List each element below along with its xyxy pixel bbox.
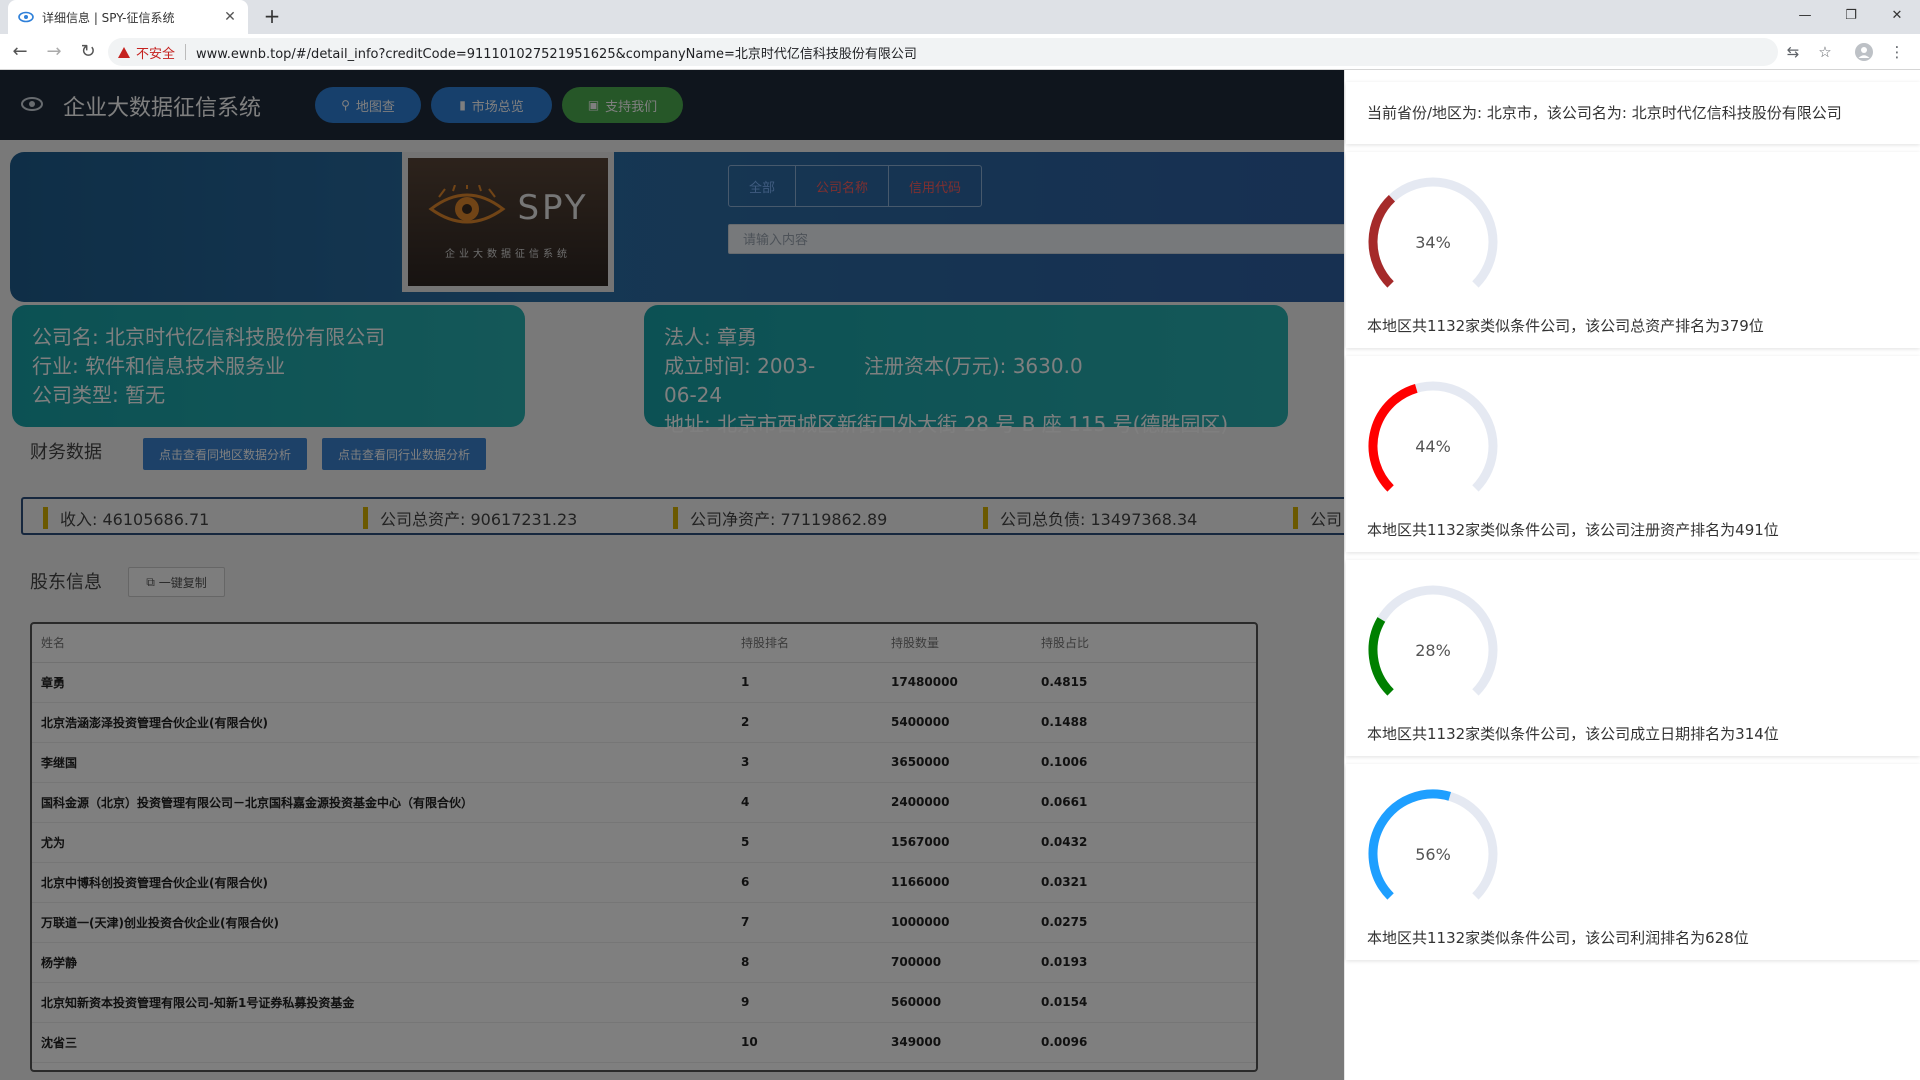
gauge-caption: 本地区共1132家类似条件公司，该公司利润排名为628位 xyxy=(1367,929,1749,947)
security-label: 不安全 xyxy=(136,46,176,62)
forward-arrow-icon[interactable]: → xyxy=(40,38,68,66)
drawer-header-card: 当前省份/地区为: 北京市，该公司名为: 北京时代亿信科技股份有限公司 xyxy=(1346,82,1920,144)
gauge-card: 28% 本地区共1132家类似条件公司，该公司成立日期排名为314位 xyxy=(1346,560,1920,756)
close-window-button[interactable]: ✕ xyxy=(1874,0,1920,30)
profile-avatar-icon[interactable] xyxy=(1855,43,1873,61)
maximize-button[interactable]: ❐ xyxy=(1828,0,1874,30)
gauge-percent: 28% xyxy=(1415,640,1451,660)
url-text: www.ewnb.top/#/detail_info?creditCode=91… xyxy=(196,46,917,62)
analysis-drawer: 当前省份/地区为: 北京市，该公司名为: 北京时代亿信科技股份有限公司 34% 本… xyxy=(1344,70,1920,1080)
gauge-caption: 本地区共1132家类似条件公司，该公司总资产排名为379位 xyxy=(1367,317,1764,335)
close-tab-icon[interactable]: ✕ xyxy=(222,9,238,25)
divider xyxy=(185,44,187,60)
drawer-title: 当前省份/地区为: 北京市，该公司名为: 北京时代亿信科技股份有限公司 xyxy=(1367,104,1842,122)
browser-tab[interactable]: 详细信息 | SPY-征信系统 ✕ xyxy=(8,0,248,34)
warning-icon xyxy=(118,46,130,58)
eye-icon xyxy=(18,9,34,25)
tab-title: 详细信息 | SPY-征信系统 xyxy=(42,10,175,25)
gauge-percent: 56% xyxy=(1415,844,1451,864)
gauge-card: 34% 本地区共1132家类似条件公司，该公司总资产排名为379位 xyxy=(1346,152,1920,348)
gauge-percent: 34% xyxy=(1415,232,1451,252)
star-icon[interactable]: ☆ xyxy=(1816,43,1834,61)
modal-overlay[interactable] xyxy=(0,70,1344,1080)
gauge-caption: 本地区共1132家类似条件公司，该公司成立日期排名为314位 xyxy=(1367,725,1779,743)
new-tab-button[interactable]: + xyxy=(260,6,284,28)
gauge-percent: 44% xyxy=(1415,436,1451,456)
security-warning[interactable]: 不安全 xyxy=(118,43,175,62)
page: 企业大数据征信系统 ⚲ 地图查 ▮ 市场总览 ▣ 支持我们 SPY xyxy=(0,70,1920,1080)
translate-icon[interactable]: ⇆ xyxy=(1784,43,1802,61)
browser-toolbar: ← → ↻ 不安全 www.ewnb.top/#/detail_info?cre… xyxy=(0,34,1920,70)
browser-tabstrip: 详细信息 | SPY-征信系统 ✕ + — ❐ ✕ xyxy=(0,0,1920,34)
gauge-card: 56% 本地区共1132家类似条件公司，该公司利润排名为628位 xyxy=(1346,764,1920,960)
gauge-card: 44% 本地区共1132家类似条件公司，该公司注册资产排名为491位 xyxy=(1346,356,1920,552)
address-bar[interactable]: 不安全 www.ewnb.top/#/detail_info?creditCod… xyxy=(108,38,1778,66)
back-arrow-icon[interactable]: ← xyxy=(6,38,34,66)
menu-dots-icon[interactable]: ⋮ xyxy=(1888,43,1906,61)
reload-icon[interactable]: ↻ xyxy=(74,38,102,66)
gauge-caption: 本地区共1132家类似条件公司，该公司注册资产排名为491位 xyxy=(1367,521,1779,539)
minimize-button[interactable]: — xyxy=(1782,0,1828,30)
